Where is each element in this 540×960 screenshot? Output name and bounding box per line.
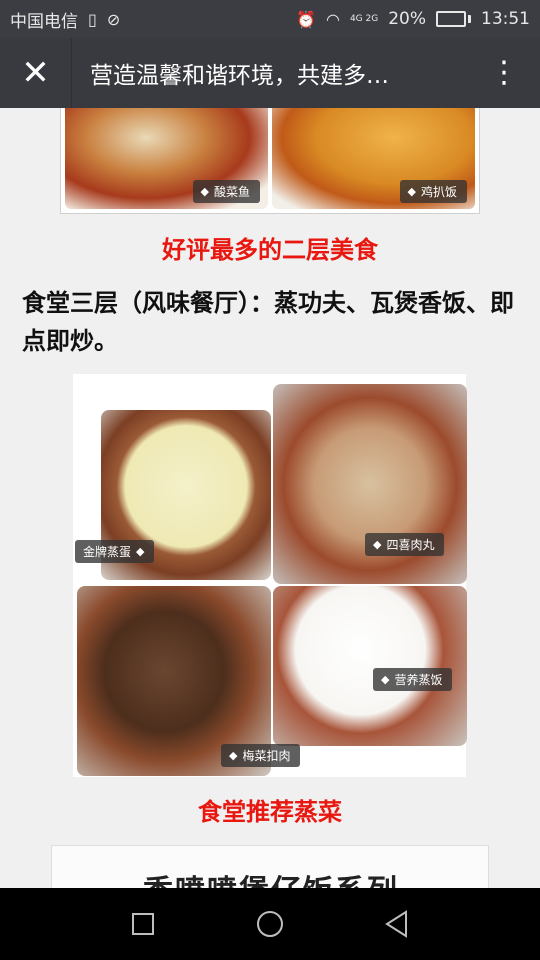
steamed-rice-photo (273, 586, 467, 746)
photo-tag: ◆ 营养蒸饭 (373, 668, 453, 691)
title-bar: ✕ 营造温馨和谐环境，共建多… ⋮ (0, 38, 540, 108)
claypot-rice-banner: 香喷喷煲仔饭系列 (51, 845, 489, 888)
status-right: ⏰ ◠ 4G 2G 20% 13:51 (296, 9, 530, 29)
close-button[interactable]: ✕ (0, 38, 72, 108)
photo-tag: ◆ 四喜肉丸 (365, 533, 445, 556)
recent-apps-button[interactable] (127, 908, 159, 940)
pickled-fish-photo: ◆ 酸菜鱼 (65, 108, 268, 209)
tag-icon: ◆ (136, 545, 145, 558)
back-triangle-icon (385, 910, 407, 938)
chicken-rice-photo: ◆ 鸡扒饭 (272, 108, 475, 209)
more-options-button[interactable]: ⋮ (468, 38, 540, 108)
tag-icon: ◆ (381, 673, 390, 686)
banner-text: 香喷喷煲仔饭系列 (52, 866, 488, 888)
tag-label: 梅菜扣肉 (242, 749, 291, 763)
tag-icon: ◆ (373, 538, 382, 551)
alarm-icon: ⏰ (296, 9, 316, 29)
steamed-dishes-photo: 金牌蒸蛋 ◆ ◆ 四喜肉丸 ◆ 营养蒸饭 ◆ 梅菜扣肉 (73, 374, 467, 777)
battery-icon (436, 11, 471, 27)
tag-label: 金牌蒸蛋 (83, 545, 132, 559)
photo-tag: ◆ 鸡扒饭 (399, 180, 467, 203)
photo-tag: 金牌蒸蛋 ◆ (75, 540, 155, 563)
photo-tag: ◆ 梅菜扣肉 (221, 744, 301, 767)
photo-tag: ◆ 酸菜鱼 (192, 180, 260, 203)
tag-icon: ◆ (200, 185, 209, 198)
recent-square-icon (132, 913, 154, 935)
wifi-icon: ◠ (325, 9, 340, 29)
tag-label: 四喜肉丸 (386, 538, 435, 552)
cellular-signal-icon: 4G 2G (349, 14, 379, 24)
page-title: 营造温馨和谐环境，共建多… (90, 63, 389, 89)
close-icon: ✕ (21, 53, 50, 93)
article-content[interactable]: ◆ 酸菜鱼 ◆ 鸡扒饭 好评最多的二层美食 食堂三层（风味餐厅）：蒸功夫、瓦煲香… (0, 108, 540, 888)
tag-label: 酸菜鱼 (213, 185, 250, 199)
article-paragraph: 食堂三层（风味餐厅）：蒸功夫、瓦煲香饭、即点即炒。 (22, 289, 514, 355)
caption-steamed-dishes: 食堂推荐蒸菜 (198, 798, 342, 826)
tag-label: 营养蒸饭 (394, 673, 443, 687)
battery-percent: 20% (388, 9, 426, 29)
tag-icon: ◆ (407, 185, 416, 198)
home-button[interactable] (254, 908, 286, 940)
carrier-label: 中国电信 (10, 11, 78, 32)
sim-icon: ▯ (88, 9, 97, 29)
tag-label: 鸡扒饭 (420, 185, 457, 199)
home-circle-icon (257, 911, 283, 937)
back-button[interactable] (381, 908, 413, 940)
caption-second-floor: 好评最多的二层美食 (162, 236, 378, 264)
clock: 13:51 (481, 9, 530, 29)
status-bar: 中国电信 ▯ ⊘ ⏰ ◠ 4G 2G 20% 13:51 (0, 0, 540, 38)
status-left: 中国电信 ▯ ⊘ (10, 7, 120, 32)
no-disturb-icon: ⊘ (106, 9, 121, 29)
more-vertical-icon: ⋮ (489, 55, 519, 90)
tag-icon: ◆ (229, 749, 238, 762)
system-nav-bar (0, 888, 540, 960)
top-food-photo: ◆ 酸菜鱼 ◆ 鸡扒饭 (60, 108, 480, 214)
